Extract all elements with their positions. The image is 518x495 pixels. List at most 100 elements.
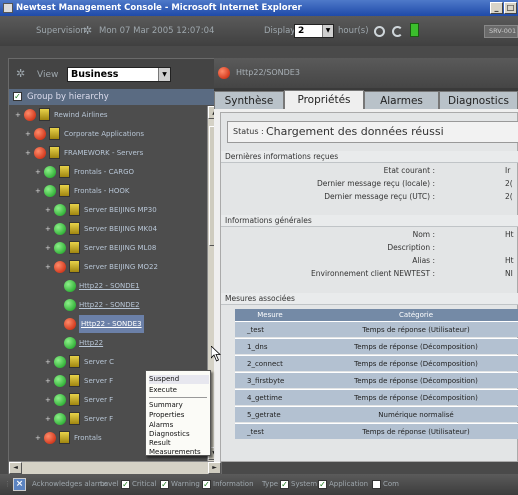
maximize-button[interactable]: □ (504, 2, 517, 14)
supervision-gear-icon[interactable]: ✲ (83, 24, 92, 37)
stop-icon[interactable] (374, 26, 385, 37)
table-row[interactable]: 5_getrate Numérique normalisé (235, 406, 518, 422)
table-row[interactable]: 3_firstbyte Temps de réponse (Décompositi… (235, 372, 518, 388)
measure-name: 3_firstbyte (247, 377, 285, 385)
property-row: Environnement client NEWTEST : NI (221, 268, 518, 280)
close-alarms-icon[interactable]: × (13, 478, 26, 491)
menu-item-measurements[interactable]: Measurements (149, 448, 209, 457)
tree-node-label[interactable]: Rewind Airlines (54, 106, 108, 124)
critical-checkbox[interactable]: ✓ (121, 480, 130, 489)
table-row[interactable]: 2_connect Temps de réponse (Décomposition… (235, 355, 518, 371)
tab-diagnostics[interactable]: Diagnostics (439, 91, 518, 109)
status-box: Status : Chargement des données réussi (227, 121, 518, 143)
com-checkbox[interactable] (372, 480, 381, 489)
system-checkbox[interactable]: ✓ (280, 480, 289, 489)
tree-node-label[interactable]: FRAMEWORK - Servers (64, 144, 143, 162)
tree-node-label[interactable]: Server BEIJING MK04 (84, 220, 157, 238)
tab-synthese[interactable]: Synthèse (214, 91, 284, 109)
expand-icon[interactable]: + (45, 359, 51, 366)
tree-node-label[interactable]: Frontals - CARGO (74, 163, 134, 181)
tree-node-label[interactable]: Http22 (79, 334, 103, 352)
group-by-hierarchy-label[interactable]: Group by hierarchy (27, 92, 109, 102)
group-by-hierarchy-checkbox[interactable]: ✓ (13, 92, 22, 101)
refresh-icon[interactable] (392, 26, 403, 37)
tree-node-label[interactable]: Server BEIJING MP30 (84, 201, 157, 219)
status-red-icon (44, 432, 56, 444)
table-row[interactable]: _test Temps de réponse (Utilisateur) (235, 423, 518, 439)
tree-node-label[interactable]: Server F (84, 391, 113, 409)
warning-label: Warning (171, 480, 200, 488)
expand-icon[interactable] (55, 321, 61, 327)
menu-item-summary[interactable]: Summary (149, 401, 209, 410)
tree-node-label[interactable]: Http22 - SONDE2 (79, 296, 140, 314)
scroll-left-icon[interactable]: ◄ (9, 462, 22, 474)
scroll-right-icon[interactable]: ► (208, 462, 221, 474)
chevron-down-icon[interactable]: ▼ (322, 25, 333, 37)
tree-node-label[interactable]: Server F (84, 372, 113, 390)
menu-item-properties[interactable]: Properties (149, 411, 209, 420)
tree-node-label[interactable]: Server C (84, 353, 114, 371)
expand-icon[interactable]: + (35, 435, 41, 442)
server-icon (69, 260, 80, 273)
menu-item-result[interactable]: Result (149, 439, 209, 448)
server-select[interactable]: SRV-001 (484, 25, 518, 38)
menu-item-diagnostics[interactable]: Diagnostics (149, 430, 209, 439)
tree-node-label[interactable]: Http22 - SONDE3 (79, 315, 144, 333)
view-gear-icon[interactable]: ✲ (16, 68, 30, 80)
information-checkbox[interactable]: ✓ (202, 480, 211, 489)
expand-icon[interactable]: + (45, 416, 51, 423)
display-select[interactable]: 2 ▼ (294, 24, 334, 38)
chevron-down-icon[interactable]: ▼ (158, 68, 170, 81)
server-icon (59, 184, 70, 197)
table-row[interactable]: _test Temps de réponse (Utilisateur) (235, 321, 518, 337)
expand-icon[interactable]: + (25, 150, 31, 157)
menu-item-alarms[interactable]: Alarms (149, 421, 209, 430)
property-value: NI (505, 269, 513, 278)
expand-icon[interactable]: + (45, 397, 51, 404)
expand-icon[interactable]: + (45, 245, 51, 252)
tree-node-label[interactable]: Server BEIJING MO22 (84, 258, 158, 276)
expand-icon[interactable]: + (15, 112, 21, 119)
menu-item-suspend[interactable]: Suspend (149, 375, 209, 384)
view-select[interactable]: Business ▼ (67, 67, 171, 82)
property-value: 2( (505, 192, 513, 201)
expand-icon[interactable]: + (45, 226, 51, 233)
warning-checkbox[interactable]: ✓ (160, 480, 169, 489)
tree-node-label[interactable]: Server F (84, 410, 113, 428)
property-row: Description : (221, 242, 518, 254)
tab-proprietes[interactable]: Propriétés (284, 90, 364, 109)
server-select-value: SRV-001 (489, 27, 517, 35)
table-row[interactable]: 1_dns Temps de réponse (Décomposition) (235, 338, 518, 354)
measure-name: _test (247, 326, 264, 334)
expand-icon[interactable] (55, 283, 61, 289)
expand-icon[interactable]: + (35, 169, 41, 176)
tree-horizontal-scrollbar[interactable]: ◄ ► (9, 461, 221, 474)
window-title: Newtest Management Console - Microsoft I… (16, 3, 302, 13)
property-key: Environnement client NEWTEST : (311, 269, 435, 278)
measure-category: Temps de réponse (Décomposition) (354, 394, 478, 402)
expand-icon[interactable] (55, 302, 61, 308)
tree-node-label[interactable]: Frontals - HOOK (74, 182, 129, 200)
supervision-label[interactable]: Supervision (36, 26, 86, 36)
expand-icon[interactable]: + (25, 131, 31, 138)
menu-item-execute[interactable]: Execute (149, 386, 209, 395)
property-key: Dernier message reçu (locale) : (317, 179, 435, 188)
tree-node-label[interactable]: Corporate Applications (64, 125, 144, 143)
datetime-text: Mon 07 Mar 2005 12:07:04 (99, 26, 215, 36)
tree-node-label[interactable]: Server BEIJING ML08 (84, 239, 156, 257)
expand-icon[interactable]: + (35, 188, 41, 195)
expand-icon[interactable]: + (45, 207, 51, 214)
tab-alarmes[interactable]: Alarmes (364, 91, 439, 109)
critical-label: Critical (132, 480, 157, 488)
tree-node-label[interactable]: Http22 - SONDE1 (79, 277, 140, 295)
expand-icon[interactable]: + (45, 264, 51, 271)
table-row[interactable]: 4_gettime Temps de réponse (Décomposition… (235, 389, 518, 405)
tree-node-label[interactable]: Frontals (74, 429, 102, 447)
minimize-button[interactable]: _ (490, 2, 503, 14)
expand-icon[interactable] (55, 340, 61, 346)
expand-icon[interactable]: + (45, 378, 51, 385)
view-select-value: Business (71, 69, 119, 80)
property-value: 2( (505, 179, 513, 188)
application-checkbox[interactable]: ✓ (318, 480, 327, 489)
section-last-info: Dernières informations reçues (221, 151, 518, 163)
